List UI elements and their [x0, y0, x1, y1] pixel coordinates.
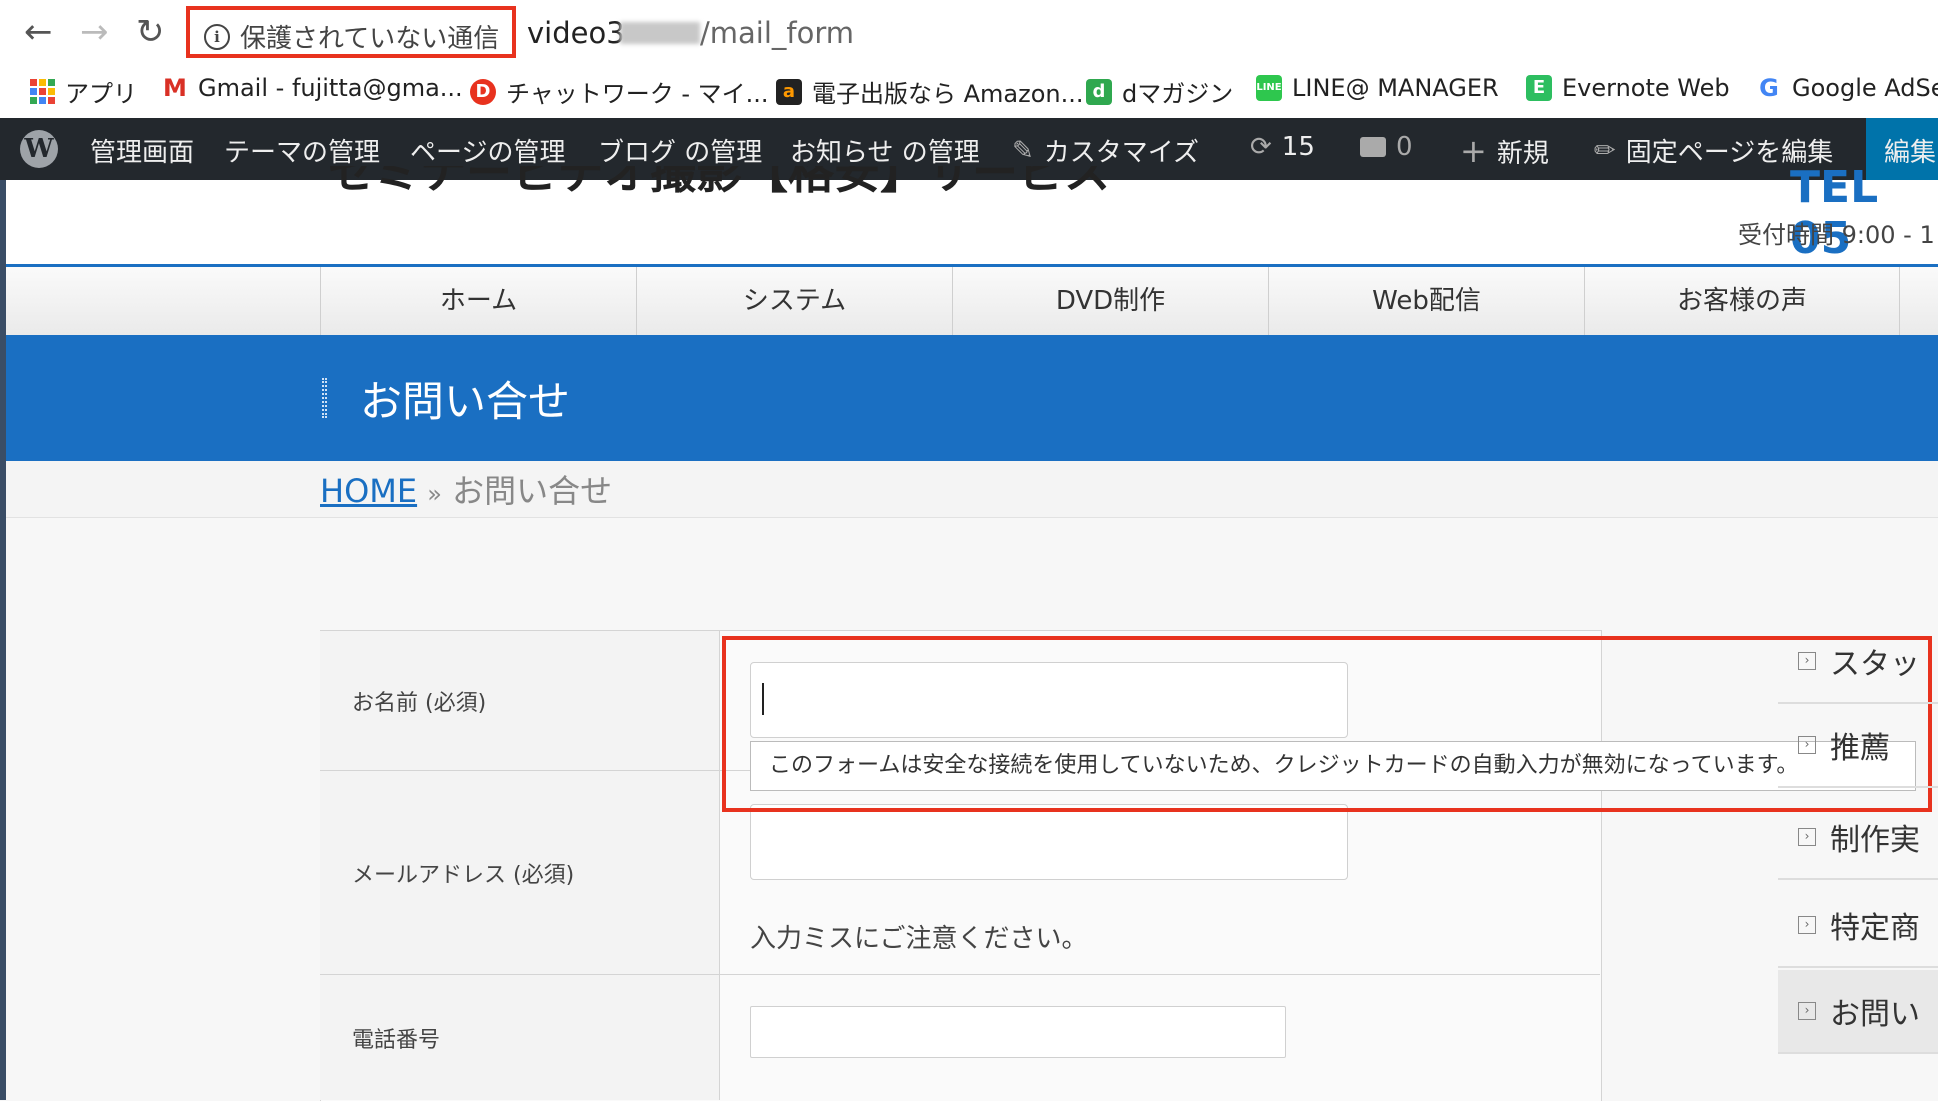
- comment-icon: [1360, 137, 1386, 157]
- site-title[interactable]: セミナービデオ撮影【格安】サービス: [328, 166, 1128, 194]
- back-icon[interactable]: ←: [24, 12, 53, 52]
- url-host[interactable]: video3: [527, 16, 625, 50]
- bookmark-apps[interactable]: アプリ: [30, 74, 137, 109]
- name-label: お名前 (必須): [320, 631, 720, 771]
- bookmark-label: Evernote Web: [1562, 74, 1730, 102]
- info-icon: i: [204, 23, 230, 50]
- bookmark-dmagazine[interactable]: d dマガジン: [1086, 74, 1233, 109]
- warning-highlight-box: [722, 636, 1932, 812]
- bookmark-gmail[interactable]: M Gmail - fujitta@gma...: [162, 74, 463, 102]
- bookmark-evernote[interactable]: E Evernote Web: [1526, 74, 1730, 102]
- url-path[interactable]: /mail_form: [700, 16, 854, 50]
- plus-icon: +: [1460, 132, 1487, 170]
- arrow-box-icon: ›: [1798, 1002, 1816, 1020]
- sidebar-item-legal[interactable]: › 特定商: [1778, 884, 1938, 968]
- email-note: 入力ミスにご注意ください。: [750, 924, 1088, 954]
- bookmark-line[interactable]: LINE LINE@ MANAGER: [1256, 74, 1499, 102]
- sidebar-label: 特定商: [1830, 911, 1920, 946]
- arrow-box-icon: ›: [1798, 736, 1816, 754]
- sidebar-label: スタッ: [1830, 647, 1920, 682]
- refresh-icon: ⟳: [1250, 132, 1272, 162]
- sidebar-item-recommend[interactable]: › 推薦: [1778, 704, 1938, 788]
- dmagazine-icon: d: [1086, 78, 1112, 105]
- sidebar-item-staff[interactable]: › スタッ: [1778, 620, 1938, 704]
- nav-item-dvd[interactable]: DVD制作: [952, 267, 1268, 335]
- bookmark-label: アプリ: [65, 80, 137, 108]
- bookmark-label: LINE@ MANAGER: [1292, 74, 1499, 102]
- sidebar-label: お問い: [1830, 997, 1920, 1032]
- evernote-icon: E: [1526, 75, 1552, 101]
- nav-item-web[interactable]: Web配信: [1268, 267, 1584, 335]
- phone-input[interactable]: [750, 1006, 1286, 1058]
- bookmark-label: Google AdSe: [1792, 74, 1938, 102]
- apps-grid-icon: [30, 79, 55, 104]
- sidebar-label: 推薦: [1830, 731, 1890, 766]
- google-icon: G: [1759, 74, 1779, 102]
- security-indicator[interactable]: i 保護されていない通信: [204, 18, 499, 55]
- line-icon: LINE: [1256, 75, 1282, 101]
- nav-item-voice[interactable]: お客様の声: [1584, 267, 1900, 335]
- arrow-box-icon: ›: [1798, 652, 1816, 670]
- admin-item-comments[interactable]: 0: [1360, 132, 1413, 162]
- sidebar-item-works[interactable]: › 制作実: [1778, 796, 1938, 880]
- bookmark-label: チャットワーク - マイ...: [506, 80, 769, 108]
- bookmark-chatwork[interactable]: D チャットワーク - マイ...: [470, 74, 769, 109]
- url-redaction: [620, 22, 700, 44]
- admin-item-customize[interactable]: ✎ カスタマイズ: [1012, 132, 1199, 169]
- admin-item-theme[interactable]: テーマの管理: [224, 132, 380, 169]
- row-divider: [720, 974, 1600, 975]
- updates-count: 15: [1281, 132, 1315, 162]
- pencil-icon: ✏: [1594, 135, 1616, 166]
- sidebar-label: 制作実: [1830, 823, 1920, 858]
- bookmark-label: Gmail - fujitta@gma...: [198, 74, 463, 102]
- email-input[interactable]: [750, 804, 1348, 880]
- arrow-box-icon: ›: [1798, 828, 1816, 846]
- forward-icon[interactable]: →: [80, 12, 109, 52]
- amazon-icon: a: [776, 78, 802, 105]
- site-title-text: セミナービデオ撮影【格安】サービス: [328, 166, 1110, 194]
- admin-item-new[interactable]: + 新規: [1460, 132, 1549, 170]
- breadcrumb: HOME » お問い合せ: [320, 466, 612, 512]
- brush-icon: ✎: [1012, 135, 1034, 166]
- nav-item-system[interactable]: システム: [636, 267, 952, 335]
- new-label: 新規: [1496, 138, 1549, 169]
- wordpress-logo[interactable]: W: [20, 130, 58, 168]
- bookmark-label: 電子出版なら Amazon...: [812, 80, 1084, 108]
- admin-item-pages[interactable]: ページの管理: [410, 132, 565, 169]
- chatwork-icon: D: [470, 78, 496, 105]
- arrow-box-icon: ›: [1798, 916, 1816, 934]
- security-label: 保護されていない通信: [240, 24, 500, 54]
- wordpress-icon: W: [20, 130, 58, 168]
- admin-item-blog[interactable]: ブログ の管理: [598, 132, 762, 169]
- page-title: お問い合せ: [360, 377, 571, 426]
- admin-item-news[interactable]: お知らせ の管理: [790, 132, 980, 169]
- phone-label: 電話番号: [320, 975, 720, 1100]
- breadcrumb-area: [6, 461, 1938, 518]
- breadcrumb-home-link[interactable]: HOME: [320, 472, 417, 510]
- reload-icon[interactable]: ↻: [136, 12, 165, 52]
- title-decoration: [322, 378, 327, 418]
- admin-item-dashboard[interactable]: 管理画面: [90, 132, 194, 169]
- bookmark-label: dマガジン: [1122, 80, 1234, 108]
- page-title-band: [6, 335, 1938, 461]
- admin-item-updates[interactable]: ⟳ 15: [1250, 132, 1315, 162]
- bookmark-google[interactable]: G Google AdSe: [1756, 74, 1938, 102]
- breadcrumb-separator: »: [427, 480, 442, 508]
- nav-item-home[interactable]: ホーム: [320, 267, 636, 335]
- header-hours: 受付時間 9:00 - 1: [1738, 221, 1935, 249]
- comments-count: 0: [1396, 132, 1413, 162]
- breadcrumb-current: お問い合せ: [452, 472, 613, 510]
- gmail-icon: M: [163, 74, 187, 102]
- email-label: メールアドレス (必須): [320, 771, 720, 975]
- customize-label: カスタマイズ: [1043, 138, 1200, 168]
- bookmark-amazon[interactable]: a 電子出版なら Amazon...: [776, 74, 1084, 109]
- sidebar-item-contact[interactable]: › お問い: [1778, 970, 1938, 1054]
